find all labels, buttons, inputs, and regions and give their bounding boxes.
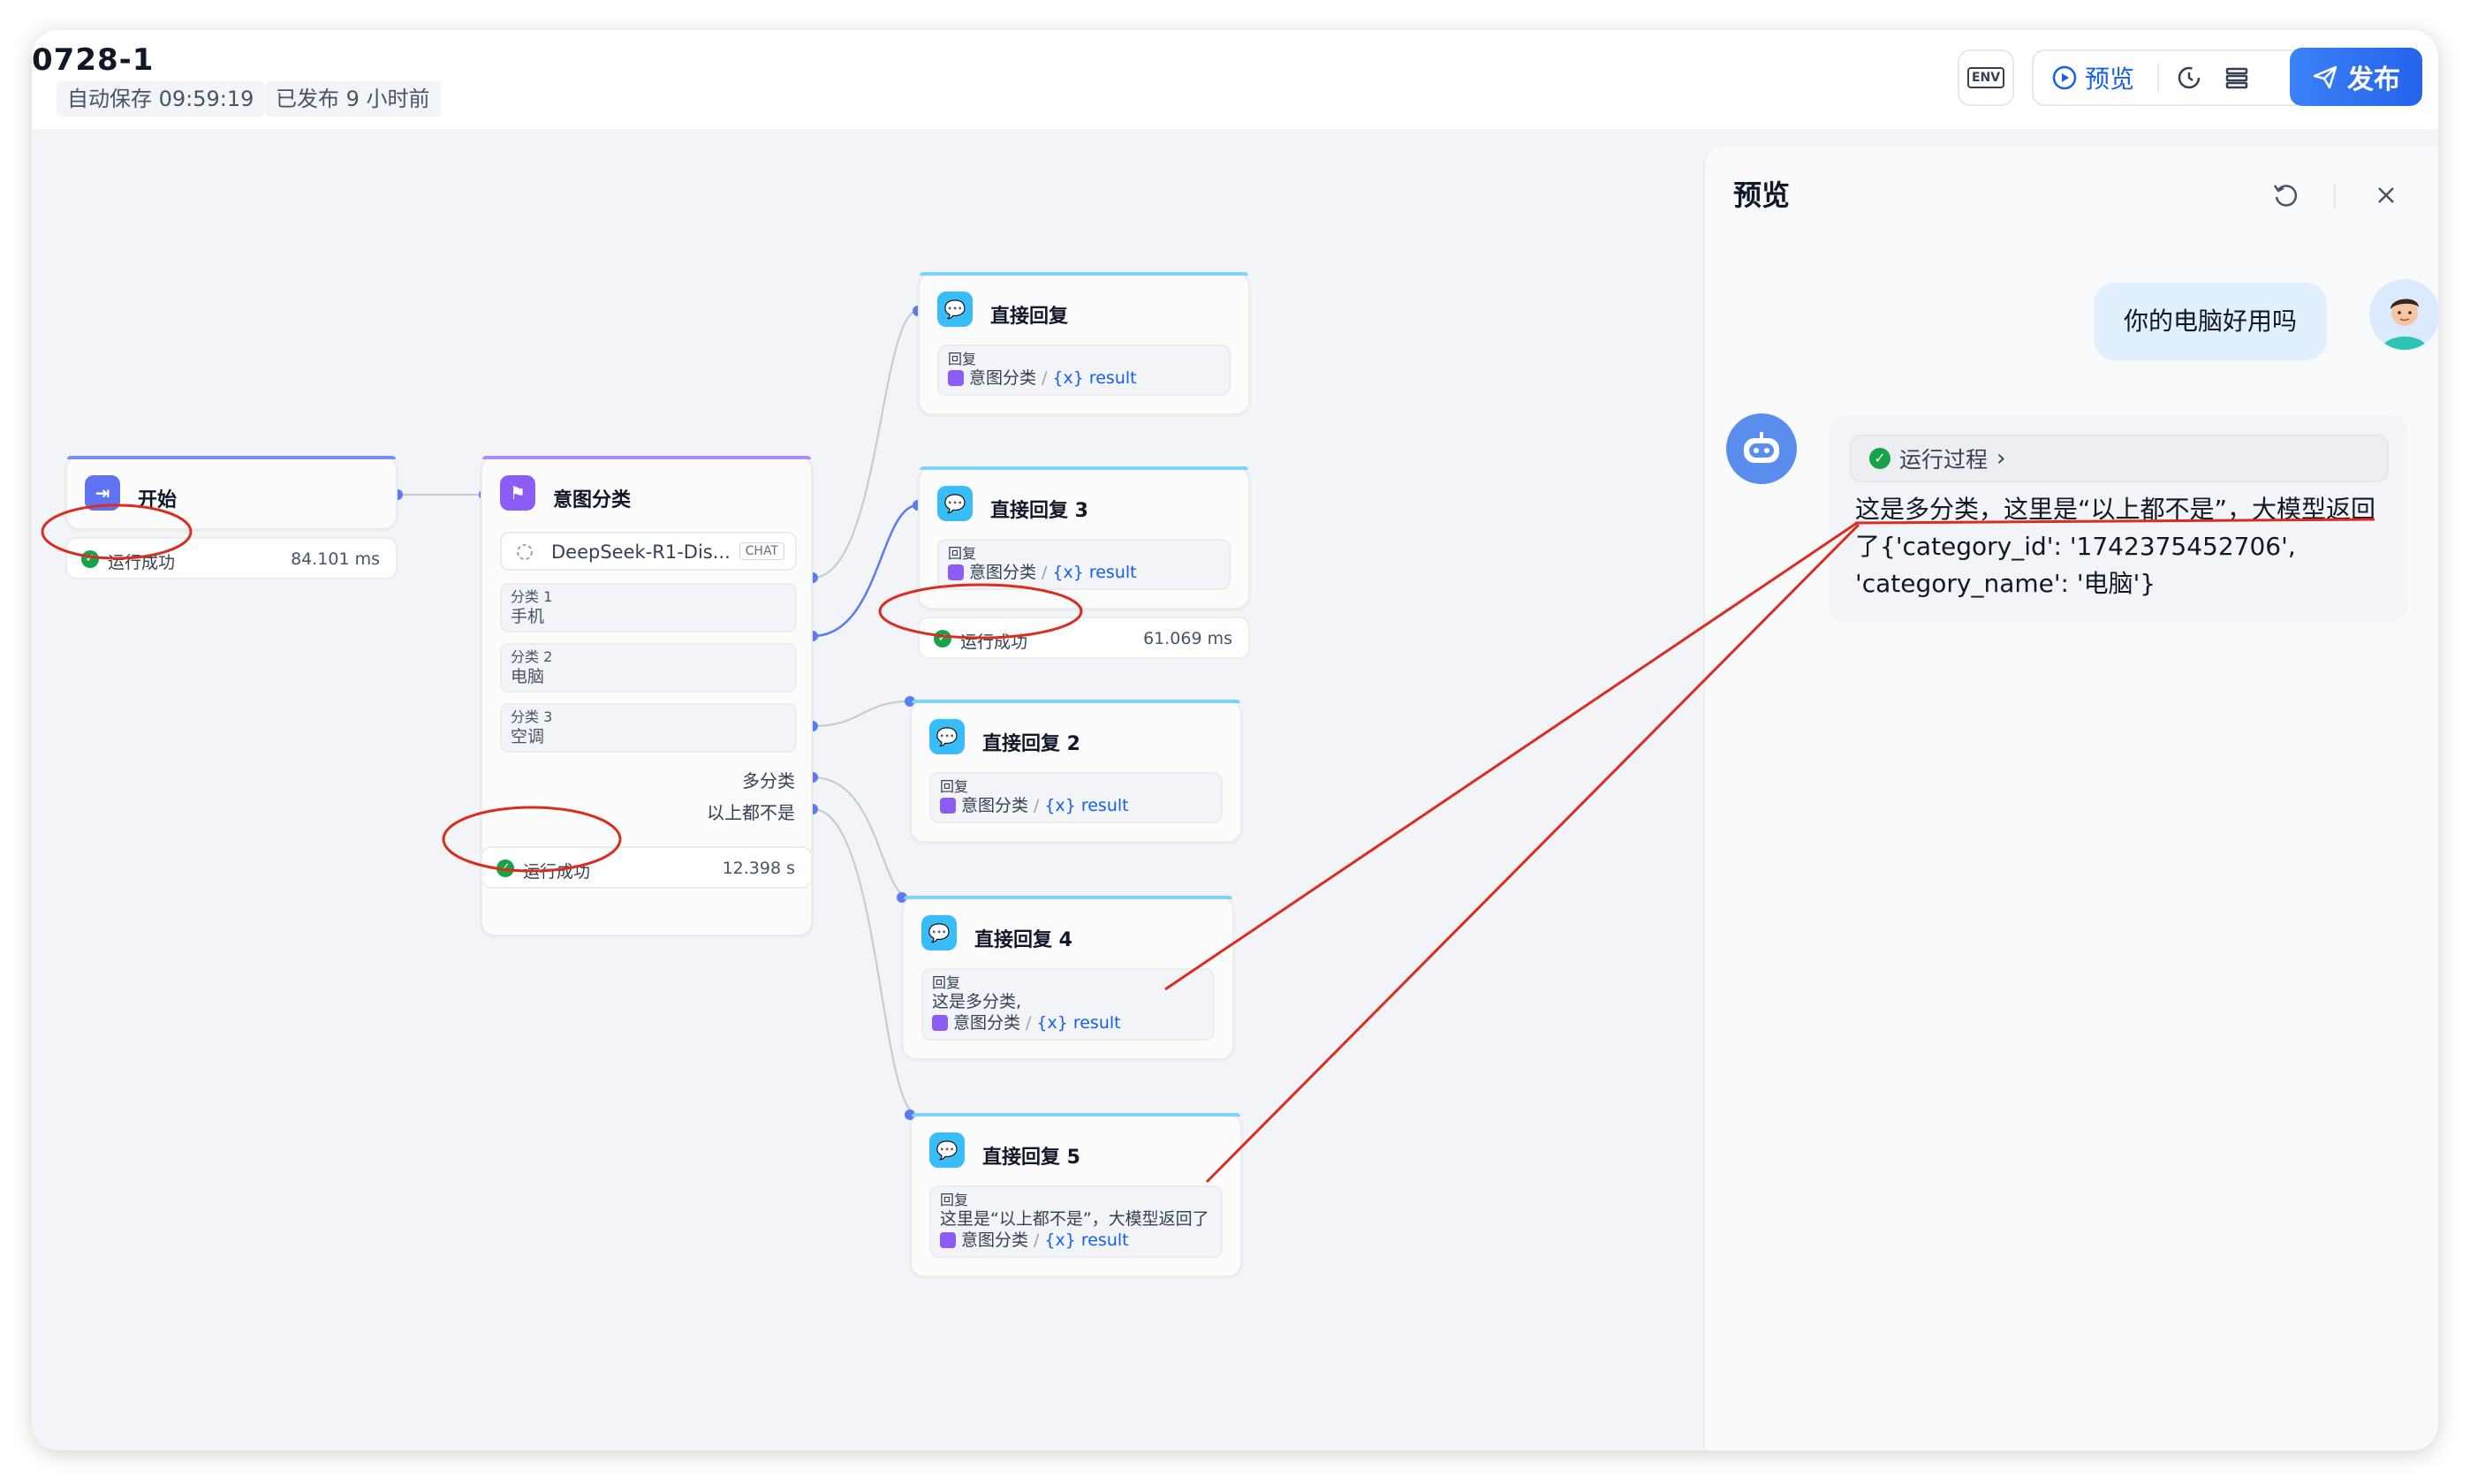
success-check-icon: ✓ [496, 859, 514, 877]
app-window: 0728-1 自动保存 09:59:19 已发布 9 小时前 ENV 预览 发布 [32, 30, 2438, 1450]
success-check-icon: ✓ [934, 630, 951, 647]
reply3-status-bar: ✓ 运行成功 61.069 ms [918, 617, 1250, 659]
send-icon [2313, 65, 2337, 89]
workflow-canvas[interactable]: ⇥ 开始 ✓ 运行成功 84.101 ms ⚑ 意图分类 DeepSeek-R1… [32, 129, 1701, 1450]
close-icon [2378, 187, 2394, 203]
history-button[interactable] [2175, 64, 2203, 92]
reply-content[interactable]: 回复 意图分类 / {x} result [929, 772, 1223, 823]
bot-message-text: 这是多分类，这里是“以上都不是”，大模型返回了{'category_id': '… [1855, 495, 2376, 598]
node-direct-reply-4[interactable]: 💬 直接回复 4 回复 这是多分类, 意图分类 / {x} result [902, 896, 1234, 1060]
top-bar: 0728-1 自动保存 09:59:19 已发布 9 小时前 ENV 预览 发布 [32, 30, 2438, 129]
intent-var-icon [940, 798, 956, 814]
app-title: 0728-1 [32, 42, 155, 78]
refresh-icon [2273, 185, 2298, 207]
toolbar-group: 预览 [2032, 49, 2306, 106]
reply-content[interactable]: 回复 这是多分类, 意图分类 / {x} result [921, 968, 1215, 1041]
start-status-bar: ✓ 运行成功 84.101 ms [65, 537, 398, 579]
class-item-2[interactable]: 分类 2 电脑 [500, 643, 797, 693]
intent-var-icon [948, 370, 964, 386]
success-check-icon: ✓ [81, 550, 99, 568]
reply-chat-icon: 💬 [929, 1132, 965, 1168]
model-icon [517, 544, 533, 560]
preview-panel: 预览 你的电脑好用吗 ✓ 运行过程 › 这是多分类，这里是“以上都不是”，大模型… [1703, 147, 2438, 1450]
intent-var-icon [940, 1232, 956, 1248]
publish-button[interactable]: 发布 [2290, 48, 2422, 106]
user-avatar [2369, 279, 2438, 350]
close-button[interactable] [2375, 184, 2398, 210]
model-tag: CHAT [739, 542, 784, 560]
node-direct-reply-1[interactable]: 💬 直接回复 回复 意图分类 / {x} result [918, 272, 1250, 415]
node-start[interactable]: ⇥ 开始 [65, 456, 398, 530]
reply-chat-icon: 💬 [937, 292, 973, 327]
user-message-bubble: 你的电脑好用吗 [2094, 283, 2328, 360]
checklist-icon [2225, 67, 2248, 89]
model-selector[interactable]: DeepSeek-R1-Dis... CHAT [500, 532, 797, 571]
restart-button[interactable] [2270, 180, 2300, 214]
robot-icon [1744, 432, 1779, 463]
autosave-badge: 自动保存 09:59:19 [57, 81, 265, 117]
edge-layer [392, 306, 923, 1120]
published-badge: 已发布 9 小时前 [265, 81, 441, 117]
intent-var-icon [932, 1015, 948, 1031]
preview-button[interactable]: 预览 [2051, 60, 2134, 95]
play-circle-icon [2052, 65, 2077, 90]
node-direct-reply-2[interactable]: 💬 直接回复 2 回复 意图分类 / {x} result [910, 700, 1242, 843]
port-multi-class: 多分类 [742, 770, 795, 791]
reply-content[interactable]: 回复 意图分类 / {x} result [937, 344, 1231, 396]
reply-chat-icon: 💬 [937, 486, 973, 521]
class-item-3[interactable]: 分类 3 空调 [500, 703, 797, 753]
env-button[interactable]: ENV [1958, 49, 2014, 106]
reply-content[interactable]: 回复 这里是“以上都不是”，大模型返回了 意图分类 / {x} result [929, 1185, 1223, 1258]
intent-var-icon [948, 564, 964, 580]
port-none-of-above: 以上都不是 [707, 802, 795, 823]
run-process-toggle[interactable]: ✓ 运行过程 › [1850, 435, 2389, 482]
preview-title: 预览 [1733, 178, 1791, 212]
history-icon [2178, 66, 2201, 89]
success-check-icon: ✓ [1869, 448, 1890, 469]
node-direct-reply-5[interactable]: 💬 直接回复 5 回复 这里是“以上都不是”，大模型返回了 意图分类 / {x} re… [910, 1113, 1242, 1277]
bot-avatar [1726, 413, 1797, 484]
class-item-1[interactable]: 分类 1 手机 [500, 583, 797, 632]
bot-message-bubble: ✓ 运行过程 › 这是多分类，这里是“以上都不是”，大模型返回了{'catego… [1829, 415, 2408, 622]
node-direct-reply-3[interactable]: 💬 直接回复 3 回复 意图分类 / {x} result [918, 466, 1250, 610]
reply-chat-icon: 💬 [921, 915, 957, 950]
reply-content[interactable]: 回复 意图分类 / {x} result [937, 539, 1231, 590]
start-icon: ⇥ [85, 475, 120, 511]
checklist-button[interactable] [2223, 64, 2251, 92]
reply-chat-icon: 💬 [929, 719, 965, 754]
intent-classifier-icon: ⚑ [500, 475, 535, 511]
intent-status-bar: ✓ 运行成功 12.398 s [481, 846, 813, 889]
user-avatar-icon [2369, 279, 2438, 350]
chevron-right-icon: › [1996, 445, 2006, 472]
env-icon: ENV [1966, 67, 2005, 88]
